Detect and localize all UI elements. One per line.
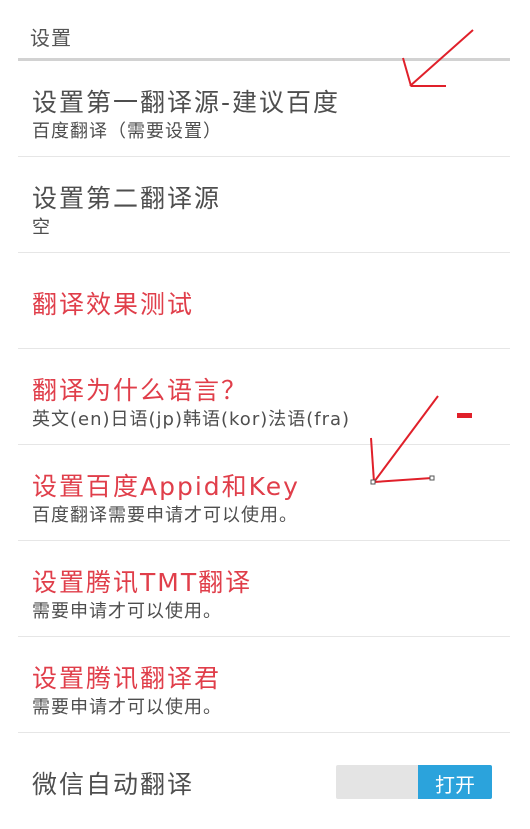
setting-subtitle: 空	[32, 217, 51, 238]
setting-title: 设置腾讯TMT翻译	[32, 568, 253, 597]
setting-subtitle: 需要申请才可以使用。	[32, 601, 222, 622]
setting-wechat-auto-translate[interactable]: 微信自动翻译 打开	[18, 733, 510, 829]
setting-subtitle: 百度翻译（需要设置）	[32, 121, 222, 142]
setting-subtitle: 需要申请才可以使用。	[32, 697, 222, 718]
setting-title: 翻译为什么语言？	[32, 376, 249, 405]
setting-translation-test[interactable]: 翻译效果测试	[18, 253, 510, 349]
setting-title: 设置百度Appid和Key	[32, 472, 300, 501]
setting-tencent-fanyijun[interactable]: 设置腾讯翻译君 需要申请才可以使用。	[18, 637, 510, 733]
settings-list: 设置第一翻译源-建议百度 百度翻译（需要设置） 设置第二翻译源 空 翻译效果测试…	[18, 61, 510, 829]
setting-baidu-appid-key[interactable]: 设置百度Appid和Key 百度翻译需要申请才可以使用。	[18, 445, 510, 541]
setting-second-translation-source[interactable]: 设置第二翻译源 空	[18, 157, 510, 253]
setting-title: 微信自动翻译	[32, 770, 195, 799]
setting-title: 设置第一翻译源-建议百度	[32, 88, 341, 117]
setting-tencent-tmt[interactable]: 设置腾讯TMT翻译 需要申请才可以使用。	[18, 541, 510, 637]
setting-first-translation-source[interactable]: 设置第一翻译源-建议百度 百度翻译（需要设置）	[18, 61, 510, 157]
toggle-on-label: 打开	[418, 765, 492, 799]
auto-translate-toggle[interactable]: 打开	[336, 765, 492, 799]
setting-title: 设置腾讯翻译君	[32, 664, 222, 693]
setting-title: 翻译效果测试	[32, 290, 195, 319]
setting-title: 设置第二翻译源	[32, 184, 222, 213]
setting-target-language[interactable]: 翻译为什么语言？ 英文(en)日语(jp)韩语(kor)法语(fra)	[18, 349, 510, 445]
setting-subtitle: 百度翻译需要申请才可以使用。	[32, 505, 298, 526]
page-title: 设置	[30, 26, 72, 50]
settings-header: 设置	[18, 0, 510, 61]
setting-subtitle: 英文(en)日语(jp)韩语(kor)法语(fra)	[32, 409, 351, 430]
